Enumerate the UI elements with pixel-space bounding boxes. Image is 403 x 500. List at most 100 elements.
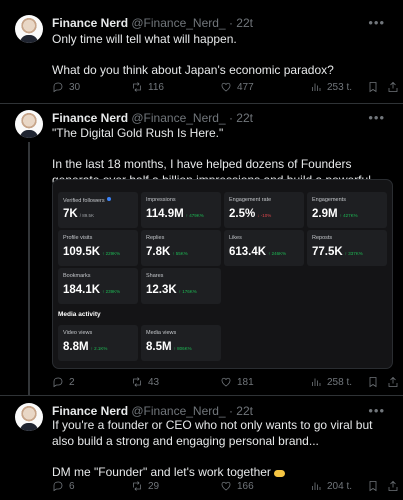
repost-icon [133, 82, 141, 92]
repost-button[interactable]: 29 [131, 478, 159, 494]
like-button[interactable]: 166 [220, 478, 254, 494]
stat-tile-reposts: Reposts 77.5K ↑ 337K% [307, 230, 387, 266]
stat-tile-impressions: Impressions 114.9M ↑ 479K% [141, 192, 221, 228]
stat-label: Bookmarks [63, 273, 91, 279]
handshake-emoji-icon [274, 469, 286, 477]
stat-tile-verified-followers: Verified followers 7K/ 89.5K [58, 192, 138, 228]
stat-value: 2.9M ↑ 427K% [312, 208, 358, 220]
stat-label: Reposts [312, 235, 333, 241]
bookmark-button[interactable] [367, 478, 379, 494]
heart-icon [221, 82, 231, 92]
tweet-header: Finance Nerd @Finance_Nerd_ · 22t ••• [52, 15, 385, 31]
repost-count: 43 [148, 376, 160, 388]
author-handle-time[interactable]: @Finance_Nerd_ · 22t [131, 16, 253, 30]
stat-value: 184.1K ↑ 239K% [63, 284, 121, 296]
share-button[interactable] [387, 79, 399, 95]
tweet-actions: 2 43 181 258 t. [52, 374, 399, 390]
tweet-header: Finance Nerd @Finance_Nerd_ · 22t ••• [52, 403, 385, 419]
share-icon [388, 480, 398, 491]
stat-value: 7K/ 89.5K [63, 208, 94, 220]
reply-count: 30 [69, 81, 81, 93]
repost-count: 116 [148, 81, 164, 93]
views-icon [312, 482, 321, 490]
like-count: 477 [237, 81, 254, 93]
stat-tile-engagements: Engagements 2.9M ↑ 427K% [307, 192, 387, 228]
reply-button[interactable]: 6 [52, 478, 75, 494]
bookmark-icon [369, 481, 377, 492]
view-count: 253 t. [327, 81, 353, 93]
like-count: 166 [237, 480, 254, 492]
stat-label: Profile visits [63, 235, 93, 241]
more-options-icon[interactable]: ••• [368, 15, 385, 31]
tweet-1[interactable]: Finance Nerd @Finance_Nerd_ · 22t ••• On… [0, 0, 403, 103]
stat-value: 8.8M ↑ 2.1K% [63, 341, 108, 353]
author-name[interactable]: Finance Nerd [52, 16, 128, 30]
view-count: 204 t. [327, 480, 353, 492]
share-button[interactable] [387, 374, 399, 390]
view-count: 258 t. [327, 376, 353, 388]
heart-icon [221, 377, 231, 387]
repost-button[interactable]: 116 [131, 79, 164, 95]
reply-icon [53, 481, 63, 492]
tweet-text: If you're a founder or CEO who not only … [52, 418, 392, 480]
author-handle-time[interactable]: @Finance_Nerd_ · 22t [131, 111, 253, 125]
author-name[interactable]: Finance Nerd [52, 111, 128, 125]
stat-value: 77.5K ↑ 337K% [312, 246, 363, 258]
views-button[interactable]: 258 t. [310, 374, 352, 390]
views-button[interactable]: 253 t. [310, 79, 352, 95]
author-handle-time[interactable]: @Finance_Nerd_ · 22t [131, 404, 253, 418]
stat-tile-media-views: Media views 8.5M ↑ 806K% [141, 325, 221, 361]
bookmark-icon [369, 377, 377, 388]
stat-value: 8.5M ↑ 806K% [146, 341, 192, 353]
views-icon [312, 378, 321, 386]
bookmark-icon [369, 82, 377, 93]
more-options-icon[interactable]: ••• [368, 110, 385, 126]
stat-tile-replies: Replies 7.8K ↑ 55K% [141, 230, 221, 266]
reply-count: 6 [69, 480, 75, 492]
stat-value: 7.8K ↑ 55K% [146, 246, 188, 258]
tweet-header: Finance Nerd @Finance_Nerd_ · 22t ••• [52, 110, 385, 126]
reply-button[interactable]: 30 [52, 79, 80, 95]
stat-value: 114.9M ↑ 479K% [146, 208, 204, 220]
avatar[interactable] [15, 403, 43, 431]
avatar[interactable] [15, 110, 43, 138]
stat-tile-profile-visits: Profile visits 109.5K ↑ 229K% [58, 230, 138, 266]
reply-button[interactable]: 2 [52, 374, 75, 390]
stat-tile-shares: Shares 12.3K ↑ 176K% [141, 268, 221, 304]
stat-value: 2.5% ↓ -10% [229, 208, 272, 220]
reply-icon [53, 377, 63, 388]
stat-label: Shares [146, 273, 164, 279]
stat-value: 12.3K ↑ 176K% [146, 284, 197, 296]
stat-label: Video views [63, 330, 93, 336]
like-button[interactable]: 181 [220, 374, 254, 390]
stat-label: Impressions [146, 197, 176, 203]
more-options-icon[interactable]: ••• [368, 403, 385, 419]
repost-icon [133, 377, 141, 387]
stat-label: Replies [146, 235, 165, 241]
author-name[interactable]: Finance Nerd [52, 404, 128, 418]
stat-value: 109.5K ↑ 229K% [63, 246, 121, 258]
stat-tile-engagement-rate: Engagement rate 2.5% ↓ -10% [224, 192, 304, 228]
stat-tile-likes: Likes 613.4K ↑ 246K% [224, 230, 304, 266]
share-button[interactable] [387, 478, 399, 494]
stat-value: 613.4K ↑ 246K% [229, 246, 287, 258]
tweet-3[interactable]: Finance Nerd @Finance_Nerd_ · 22t ••• If… [0, 396, 403, 500]
analytics-image[interactable]: Verified followers 7K/ 89.5K Impressions… [52, 179, 393, 369]
tweet-text-body: If you're a founder or CEO who not only … [52, 418, 373, 479]
tweet-text: Only time will tell what will happen. Wh… [52, 32, 334, 77]
repost-icon [133, 481, 141, 491]
like-button[interactable]: 477 [220, 79, 254, 95]
repost-button[interactable]: 43 [131, 374, 159, 390]
views-icon [312, 83, 321, 91]
bookmark-button[interactable] [367, 374, 379, 390]
like-count: 181 [237, 376, 254, 388]
stat-tile-video-views: Video views 8.8M ↑ 2.1K% [58, 325, 138, 361]
info-icon [106, 197, 111, 201]
repost-count: 29 [148, 480, 160, 492]
share-icon [388, 376, 398, 387]
reply-icon [53, 82, 63, 93]
bookmark-button[interactable] [367, 79, 379, 95]
avatar[interactable] [15, 15, 43, 43]
stat-label: Media views [146, 330, 177, 336]
views-button[interactable]: 204 t. [310, 478, 352, 494]
